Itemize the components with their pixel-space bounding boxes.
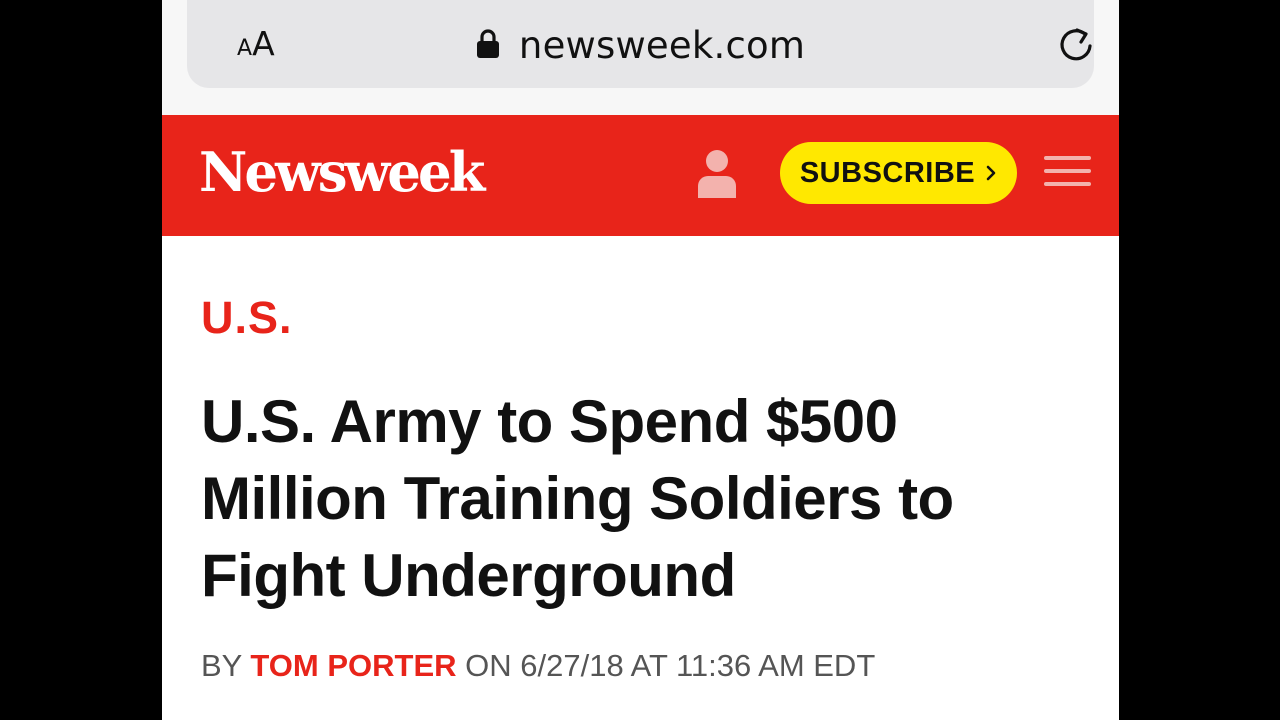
subscribe-label: SUBSCRIBE [799, 156, 976, 189]
user-icon[interactable] [696, 148, 738, 198]
site-header: Newsweek SUBSCRIBE [162, 115, 1119, 236]
browser-toolbar: AA newsweek.com [162, 0, 1119, 115]
reload-icon[interactable] [1054, 22, 1098, 66]
subscribe-button[interactable]: SUBSCRIBE [780, 142, 1017, 204]
menu-line [1044, 182, 1091, 186]
section-label[interactable]: U.S. [201, 292, 293, 344]
phone-screen: AA newsweek.com Newsweek SUBSCRIBE U.S. … [162, 0, 1119, 720]
publish-date: ON 6/27/18 AT 11:36 AM EDT [465, 648, 876, 683]
article-headline: U.S. Army to Spend $500 Million Training… [201, 388, 954, 609]
menu-line [1044, 156, 1091, 160]
author-link[interactable]: TOM PORTER [250, 648, 456, 683]
menu-line [1044, 169, 1091, 173]
lock-icon [476, 29, 499, 58]
address-bar[interactable]: AA newsweek.com [187, 0, 1094, 88]
url-display[interactable]: newsweek.com [187, 20, 1094, 70]
hamburger-menu-icon[interactable] [1044, 156, 1091, 190]
byline: BY TOM PORTER ON 6/27/18 AT 11:36 AM EDT [201, 648, 875, 684]
chevron-right-icon [986, 165, 996, 181]
byline-prefix: BY [201, 648, 242, 683]
newsweek-logo[interactable]: Newsweek [199, 137, 485, 207]
url-text: newsweek.com [518, 23, 806, 67]
